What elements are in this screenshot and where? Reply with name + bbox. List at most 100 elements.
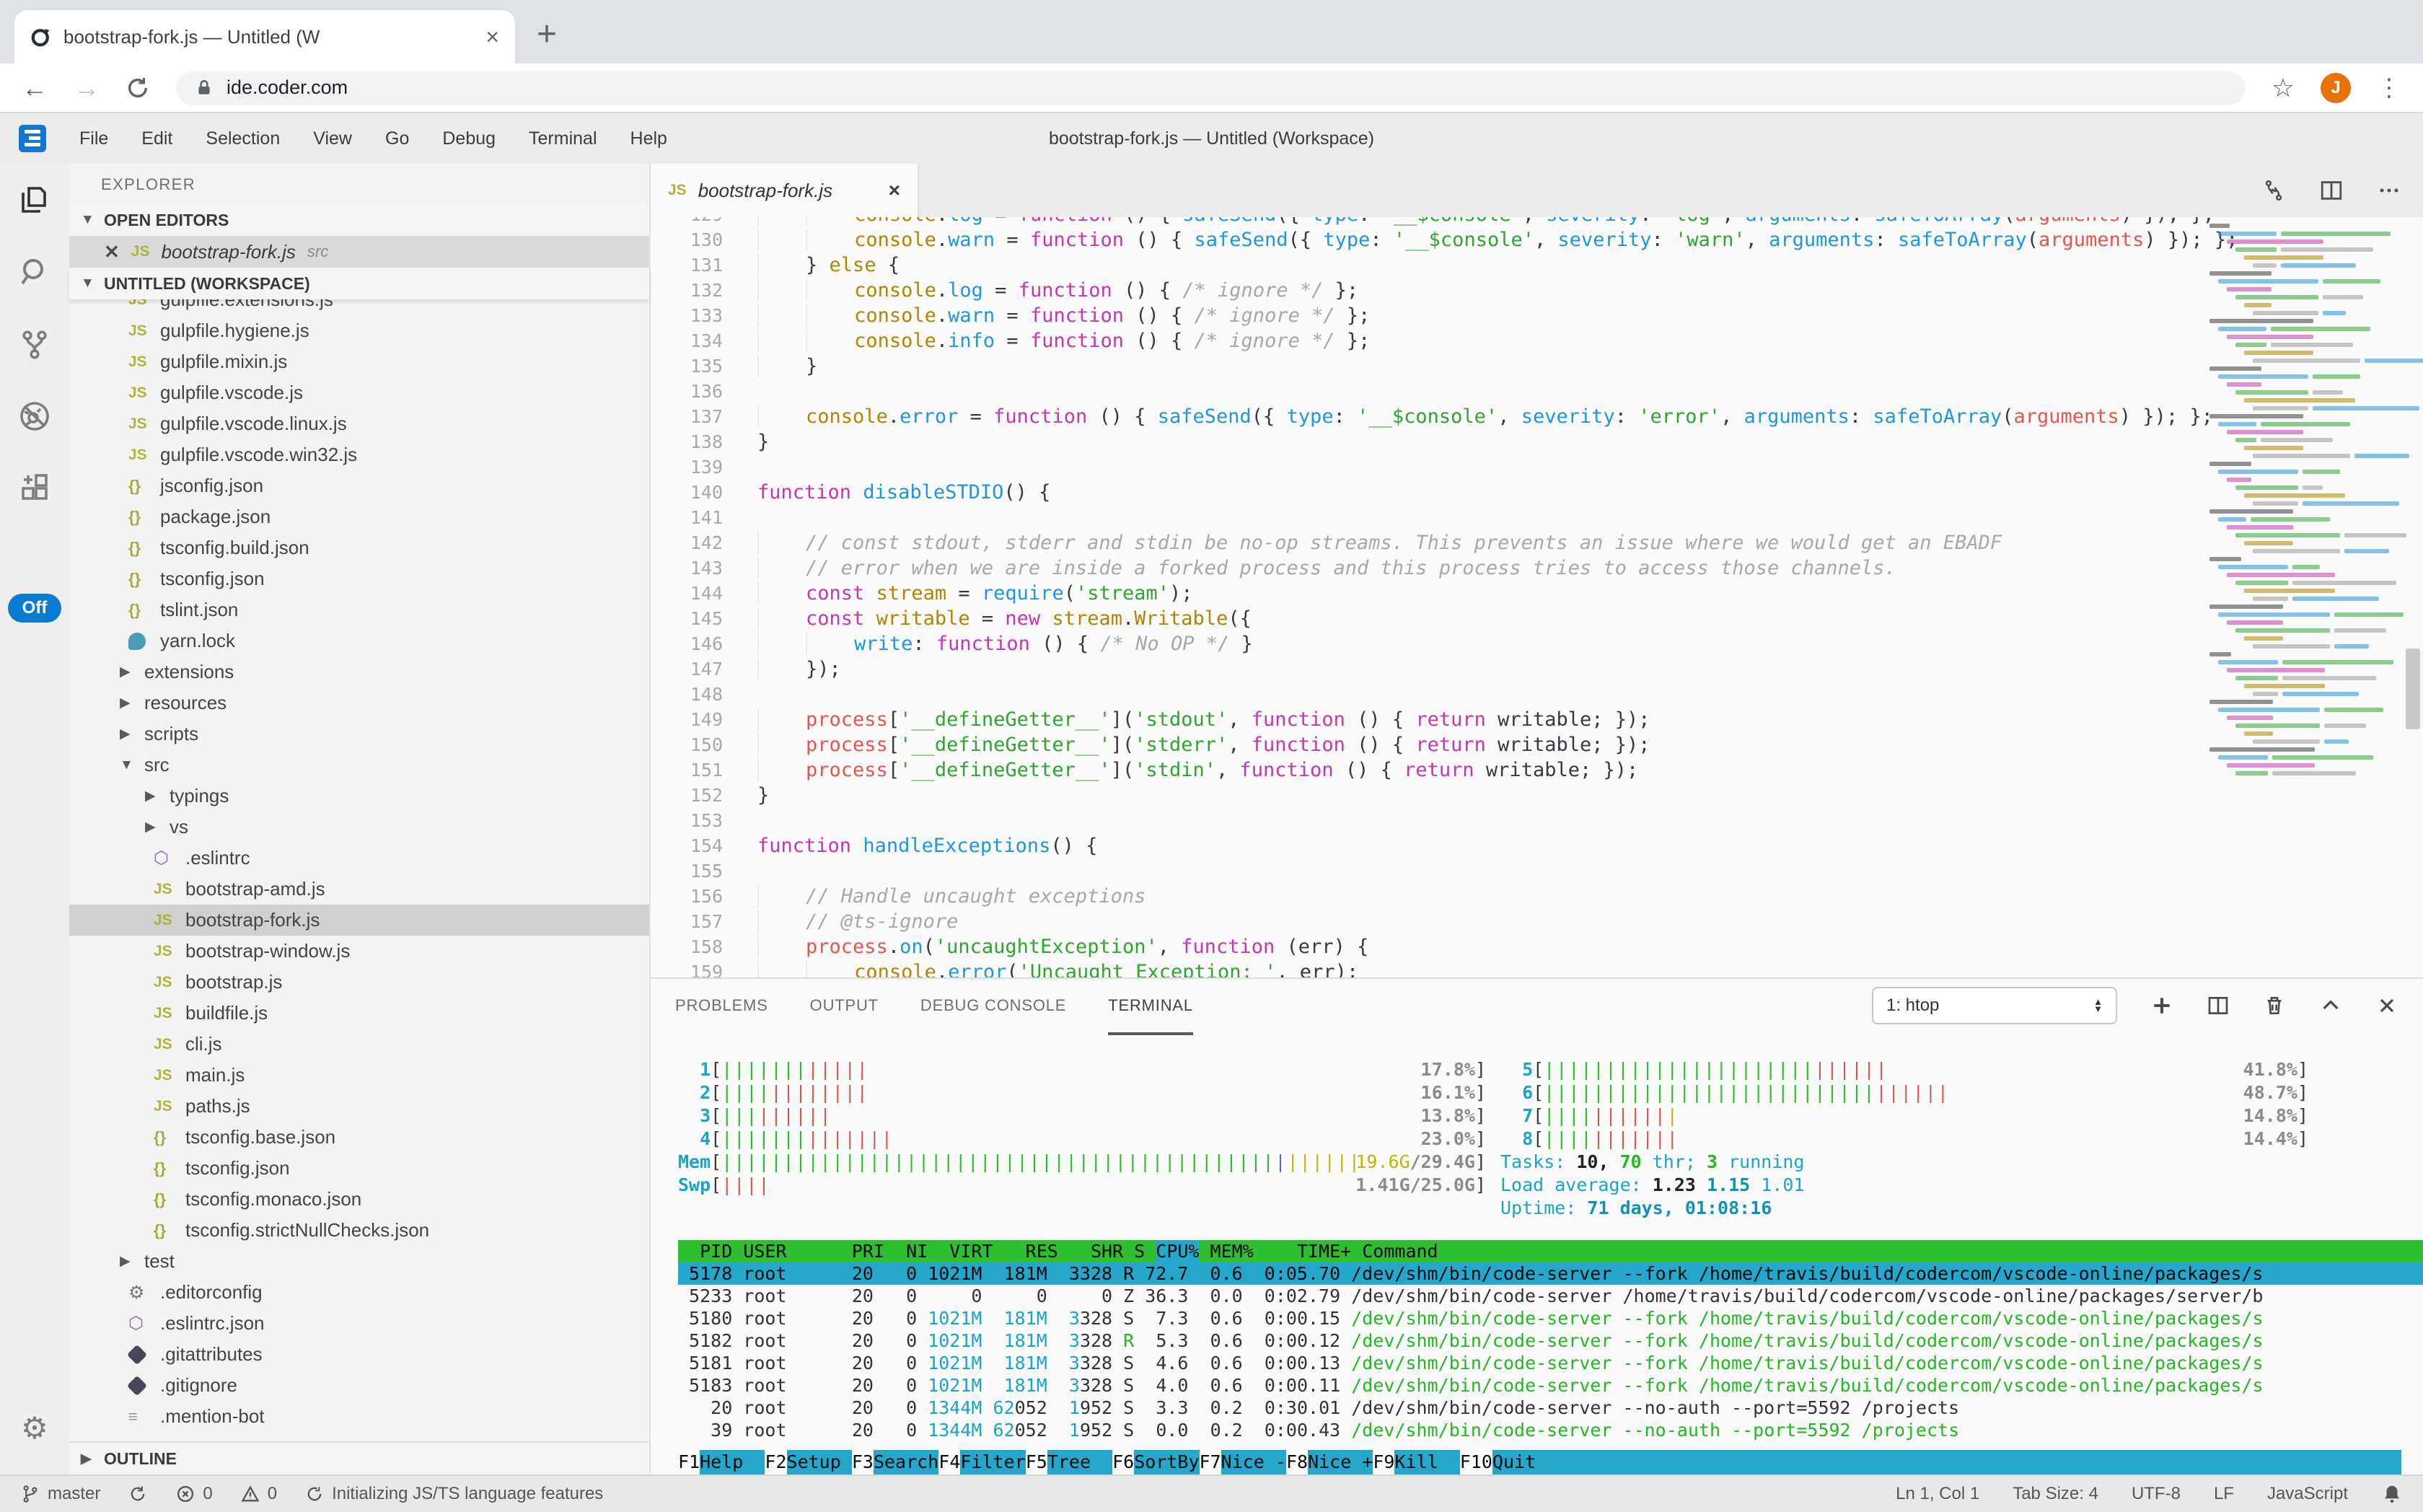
menu-file[interactable]: File [79, 128, 108, 149]
fkey-action-F4[interactable]: Filter [960, 1450, 1025, 1474]
more-actions-icon[interactable] [2377, 178, 2401, 203]
fkey-F3[interactable]: F3 [852, 1450, 874, 1474]
tree-item-resources[interactable]: ▶resources [69, 687, 649, 718]
language-status[interactable]: Initializing JS/TS language features [304, 1484, 603, 1504]
sync-button[interactable] [128, 1484, 148, 1504]
tab-close-icon[interactable]: × [485, 25, 499, 48]
tree-item-.mention-bot[interactable]: ≡.mention-bot [69, 1401, 649, 1432]
outline-section[interactable]: ▶ OUTLINE [69, 1441, 649, 1474]
fkey-F2[interactable]: F2 [765, 1450, 786, 1474]
status-tab-size-4[interactable]: Tab Size: 4 [2013, 1484, 2098, 1504]
menu-go[interactable]: Go [385, 128, 409, 149]
fkey-action-F7[interactable]: Nice - [1221, 1450, 1286, 1474]
htop-table-header[interactable]: PID USER PRI NI VIRT RES SHR S CPU% MEM%… [678, 1240, 2423, 1262]
browser-avatar[interactable]: J [2321, 73, 2351, 103]
tree-item-scripts[interactable]: ▶scripts [69, 718, 649, 750]
tree-item-test[interactable]: ▶test [69, 1246, 649, 1277]
fkey-action-F8[interactable]: Nice + [1308, 1450, 1373, 1474]
new-terminal-icon[interactable] [2150, 994, 2173, 1017]
tree-item-main.js[interactable]: JSmain.js [69, 1060, 649, 1091]
tree-item-bootstrap-window.js[interactable]: JSbootstrap-window.js [69, 936, 649, 967]
fkey-F10[interactable]: F10 [1460, 1450, 1492, 1474]
status-javascript[interactable]: JavaScript [2267, 1484, 2348, 1504]
tree-item-.editorconfig[interactable]: ⚙.editorconfig [69, 1277, 649, 1308]
htop-process-row[interactable]: 5183 root 20 0 1021M 181M 3328 S 4.0 0.6… [678, 1374, 2423, 1397]
minimap[interactable] [2209, 221, 2394, 777]
tree-item-jsconfig.json[interactable]: {}jsconfig.json [69, 470, 649, 501]
htop-process-row[interactable]: 5180 root 20 0 1021M 181M 3328 S 7.3 0.6… [678, 1307, 2423, 1329]
settings-gear-icon[interactable]: ⚙ [21, 1410, 48, 1446]
editor-tab-close-icon[interactable]: × [889, 179, 900, 202]
htop-process-row[interactable]: 5182 root 20 0 1021M 181M 3328 R 5.3 0.6… [678, 1329, 2423, 1352]
fkey-action-F1[interactable]: Help [700, 1450, 765, 1474]
tree-item-tsconfig.strictNullChecks.json[interactable]: {}tsconfig.strictNullChecks.json [69, 1215, 649, 1246]
menu-terminal[interactable]: Terminal [529, 128, 597, 149]
fkey-action-F6[interactable]: SortBy [1134, 1450, 1199, 1474]
tree-item-bootstrap-fork.js[interactable]: JSbootstrap-fork.js [69, 905, 649, 936]
tree-item-yarn.lock[interactable]: yarn.lock [69, 625, 649, 656]
tree-item-buildfile.js[interactable]: JSbuildfile.js [69, 998, 649, 1029]
menu-view[interactable]: View [313, 128, 352, 149]
fkey-action-F5[interactable]: Tree [1047, 1450, 1112, 1474]
tree-item-.eslintrc[interactable]: ⬡.eslintrc [69, 843, 649, 874]
htop-process-row[interactable]: 5233 root 20 0 0 0 0 Z 36.3 0.0 0:02.79 … [678, 1285, 2423, 1307]
debug-off-icon[interactable] [17, 399, 52, 434]
maximize-panel-icon[interactable] [2319, 994, 2342, 1017]
error-count[interactable]: 0 [175, 1484, 212, 1504]
bell-icon[interactable] [2381, 1483, 2403, 1505]
search-icon[interactable] [17, 255, 52, 289]
tree-item-typings[interactable]: ▶typings [69, 781, 649, 812]
menu-edit[interactable]: Edit [141, 128, 172, 149]
fkey-F1[interactable]: F1 [678, 1450, 700, 1474]
split-editor-icon[interactable] [2319, 178, 2344, 203]
app-logo-icon[interactable] [19, 125, 46, 152]
tree-item-src[interactable]: ▼src [69, 750, 649, 781]
panel-tab-terminal[interactable]: TERMINAL [1108, 979, 1193, 1035]
code-editor[interactable]: 129 console.log = function () { safeSend… [651, 217, 2423, 977]
htop-process-row[interactable]: 20 root 20 0 1344M 62052 1952 S 3.3 0.2 … [678, 1397, 2423, 1419]
open-editors-header[interactable]: ▼ OPEN EDITORS [69, 204, 649, 236]
tree-item-tslint.json[interactable]: {}tslint.json [69, 594, 649, 625]
workspace-header[interactable]: ▼ UNTITLED (WORKSPACE) [69, 268, 649, 299]
fkey-F7[interactable]: F7 [1200, 1450, 1221, 1474]
editor-scrollbar[interactable] [2406, 649, 2420, 729]
status-ln-1-col-1[interactable]: Ln 1, Col 1 [1896, 1484, 1979, 1504]
close-panel-icon[interactable] [2375, 994, 2398, 1017]
terminal-select[interactable]: 1: htop ▲▼ [1872, 987, 2117, 1024]
fkey-F5[interactable]: F5 [1026, 1450, 1047, 1474]
tree-item-gulpfile.vscode.linux.js[interactable]: JSgulpfile.vscode.linux.js [69, 408, 649, 439]
tree-item-gulpfile.mixin.js[interactable]: JSgulpfile.mixin.js [69, 346, 649, 377]
tree-item-tsconfig.json[interactable]: {}tsconfig.json [69, 563, 649, 594]
bookmark-star-icon[interactable]: ☆ [2272, 73, 2295, 103]
htop-process-row[interactable]: 5178 root 20 0 1021M 181M 3328 R 72.7 0.… [678, 1262, 2423, 1285]
tree-item-tsconfig.monaco.json[interactable]: {}tsconfig.monaco.json [69, 1184, 649, 1215]
explorer-icon[interactable] [17, 183, 52, 217]
tree-item-gulpfile.hygiene.js[interactable]: JSgulpfile.hygiene.js [69, 315, 649, 346]
terminal[interactable]: 1[||||||||||||17.8%] 2[||||||||||||16.1%… [651, 1032, 2423, 1474]
tree-item-bootstrap-amd.js[interactable]: JSbootstrap-amd.js [69, 874, 649, 905]
extensions-icon[interactable] [17, 471, 52, 506]
collaboration-off-badge[interactable]: Off [8, 594, 62, 623]
new-tab-button[interactable]: + [537, 17, 557, 52]
panel-tab-output[interactable]: OUTPUT [810, 979, 879, 1035]
tree-item-.gitignore[interactable]: .gitignore [69, 1370, 649, 1401]
git-branch-indicator[interactable]: master [20, 1484, 100, 1504]
fkey-action-F2[interactable]: Setup [787, 1450, 852, 1474]
tree-item-vs[interactable]: ▶vs [69, 812, 649, 843]
tree-item-tsconfig.json[interactable]: {}tsconfig.json [69, 1153, 649, 1184]
htop-process-row[interactable]: 5181 root 20 0 1021M 181M 3328 S 4.6 0.6… [678, 1352, 2423, 1374]
close-icon[interactable]: ✕ [104, 241, 120, 263]
htop-function-keys[interactable]: F1Help F2Setup F3SearchF4FilterF5Tree F6… [651, 1450, 2401, 1474]
menu-selection[interactable]: Selection [206, 128, 280, 149]
reload-icon[interactable] [126, 76, 150, 100]
browser-menu-icon[interactable]: ⋮ [2377, 74, 2401, 102]
tree-item-extensions[interactable]: ▶extensions [69, 656, 649, 687]
editor-tab[interactable]: JS bootstrap-fork.js × [651, 164, 919, 217]
fkey-action-F9[interactable]: Kill [1394, 1450, 1459, 1474]
status-lf[interactable]: LF [2214, 1484, 2234, 1504]
open-editor-item[interactable]: ✕ JS bootstrap-fork.js src [69, 236, 649, 268]
tree-item-gulpfile.vscode.win32.js[interactable]: JSgulpfile.vscode.win32.js [69, 439, 649, 470]
tree-item-.eslintrc.json[interactable]: ⬡.eslintrc.json [69, 1308, 649, 1339]
menu-help[interactable]: Help [630, 128, 667, 149]
browser-tab[interactable]: bootstrap-fork.js — Untitled (W × [14, 10, 515, 63]
